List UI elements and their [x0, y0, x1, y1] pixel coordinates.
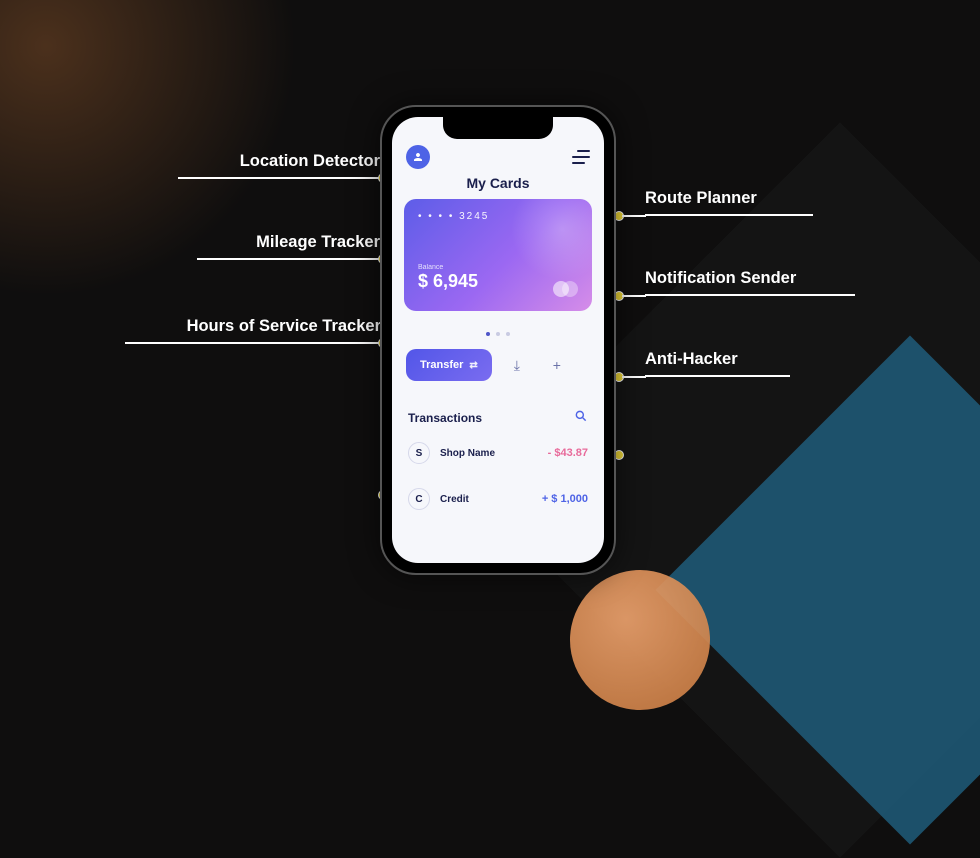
callout-label: Anti-Hacker	[645, 350, 738, 368]
phone-screen: My Cards • • • • 3245 Balance $ 6,945 Tr…	[392, 117, 604, 563]
callout-underline	[645, 294, 855, 296]
card-balance: $ 6,945	[418, 271, 578, 292]
transaction-badge: C	[408, 488, 430, 510]
transaction-name: Credit	[440, 494, 469, 505]
callout-underline	[645, 375, 790, 377]
callout-hours-of-service: Hours of Service Tracker	[125, 317, 381, 344]
transfer-button-label: Transfer	[420, 359, 463, 371]
callout-connector	[622, 295, 646, 297]
callout-underline	[178, 177, 380, 179]
bg-diamond-blue	[655, 335, 980, 844]
transfer-button[interactable]: Transfer ⇄	[406, 349, 492, 381]
callout-underline	[645, 214, 813, 216]
callout-label: Location Detector	[240, 152, 380, 170]
callout-connector	[622, 215, 646, 217]
callout-label: Route Planner	[645, 189, 757, 207]
callout-label: Mileage Tracker	[256, 233, 380, 251]
transaction-amount: - $43.87	[548, 447, 588, 459]
card-balance-label: Balance	[418, 264, 578, 271]
search-icon[interactable]	[574, 409, 588, 426]
transaction-badge: S	[408, 442, 430, 464]
callout-connector	[622, 376, 646, 378]
page-title: My Cards	[392, 175, 604, 191]
avatar-button[interactable]	[406, 145, 430, 169]
callout-label: Hours of Service Tracker	[187, 317, 381, 335]
callout-underline	[125, 342, 381, 344]
add-button[interactable]: +	[542, 350, 572, 380]
carousel-dots	[392, 323, 604, 341]
callout-label: Notification Sender	[645, 269, 796, 287]
settings-icon[interactable]	[572, 150, 590, 164]
callout-anti-hacker: Anti-Hacker	[645, 350, 790, 377]
transaction-row[interactable]: C Credit + $ 1,000	[392, 476, 604, 522]
swap-icon: ⇄	[469, 360, 477, 371]
card-actions: Transfer ⇄ ⤓ +	[392, 349, 604, 381]
callout-location-detector: Location Detector	[178, 152, 380, 179]
callout-underline	[197, 258, 380, 260]
mastercard-icon	[553, 281, 578, 297]
plus-icon: +	[553, 357, 561, 373]
bank-card[interactable]: • • • • 3245 Balance $ 6,945	[404, 199, 592, 311]
callout-route-planner: Route Planner	[645, 189, 813, 216]
phone-frame: My Cards • • • • 3245 Balance $ 6,945 Tr…	[380, 105, 616, 575]
download-icon: ⤓	[514, 357, 520, 374]
transaction-row[interactable]: S Shop Name - $43.87	[392, 430, 604, 476]
transaction-name: Shop Name	[440, 448, 495, 459]
transaction-amount: + $ 1,000	[542, 493, 588, 505]
phone-notch	[443, 117, 553, 139]
callout-notification-sender: Notification Sender	[645, 269, 855, 296]
download-button[interactable]: ⤓	[502, 350, 532, 380]
bg-circle-orange	[570, 570, 710, 710]
card-number-masked: • • • • 3245	[418, 211, 578, 222]
transactions-title: Transactions	[408, 411, 482, 425]
user-icon	[412, 151, 424, 163]
transactions-header: Transactions	[392, 381, 604, 430]
callout-mileage-tracker: Mileage Tracker	[197, 233, 380, 260]
